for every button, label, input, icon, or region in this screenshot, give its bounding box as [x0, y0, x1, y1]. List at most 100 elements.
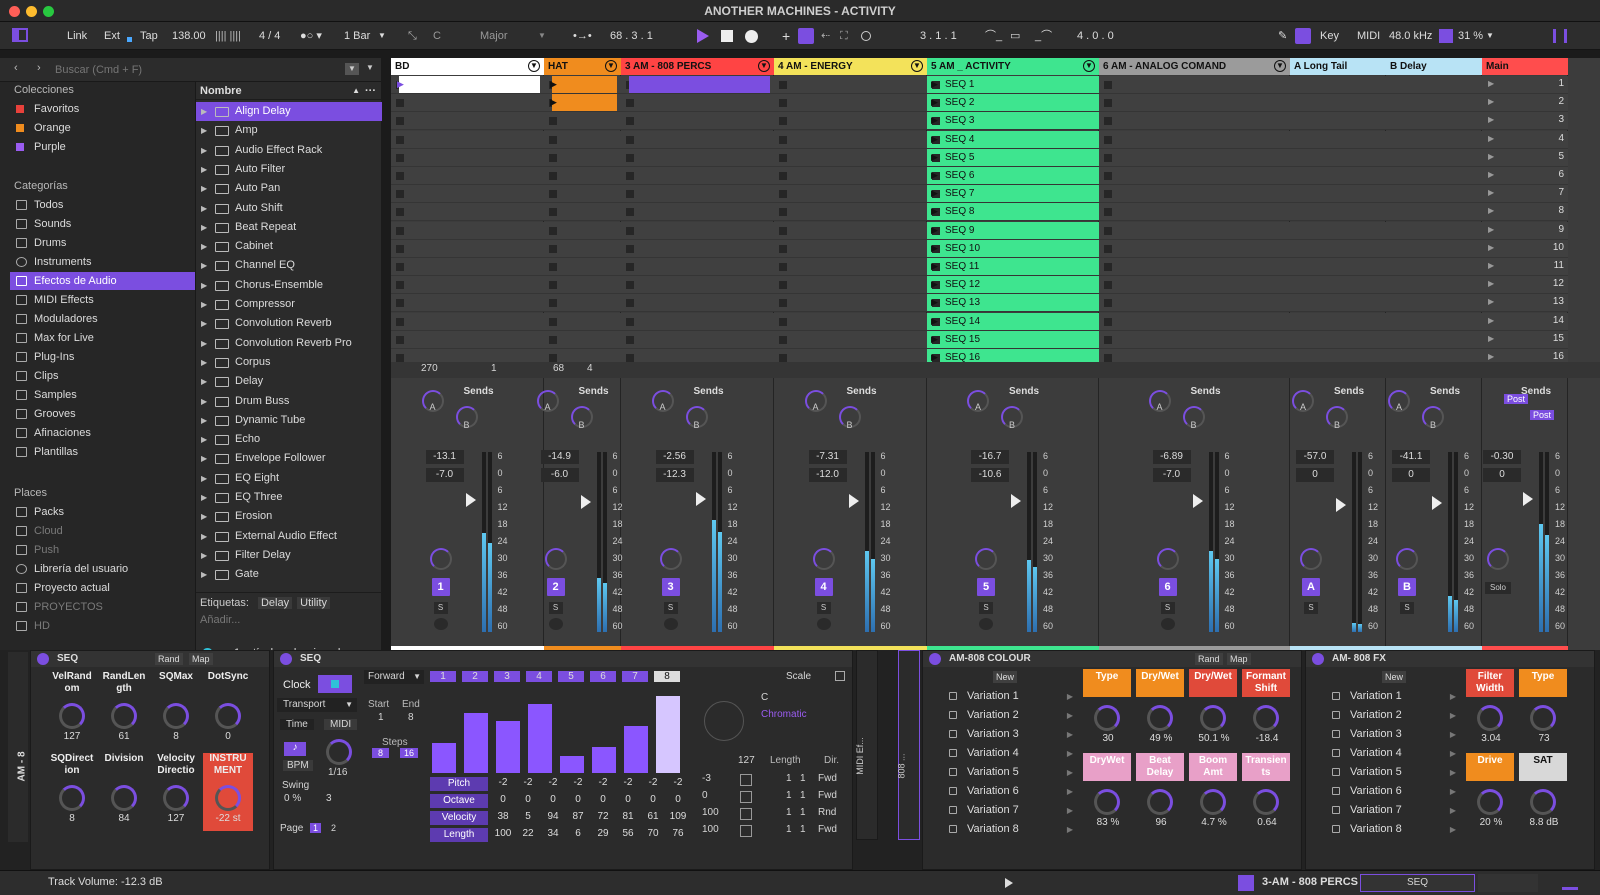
clip-slot[interactable]	[774, 94, 927, 113]
browser-search-input[interactable]	[55, 61, 335, 79]
clip-slot[interactable]	[621, 276, 774, 295]
rand-button[interactable]: Rand	[1195, 653, 1223, 665]
lane-value[interactable]: 6	[565, 828, 591, 839]
add-tag-button[interactable]: Añadir...	[200, 614, 240, 626]
punch-out-icon[interactable]: _⌒	[1035, 22, 1052, 50]
track-activator-button[interactable]: 6	[1158, 578, 1177, 596]
variation-launch-icon[interactable]: ▶	[1067, 725, 1073, 744]
midi-tab[interactable]: MIDI	[324, 719, 358, 730]
lane-direction[interactable]: Rnd	[818, 807, 836, 818]
lane-value[interactable]: 61	[640, 811, 666, 822]
clip-slot[interactable]: 3 ▶	[1482, 112, 1568, 131]
expand-triangle-icon[interactable]: ▶	[201, 430, 207, 449]
clip-slot[interactable]	[544, 148, 621, 167]
step-number[interactable]: 3	[494, 671, 520, 682]
clip-stop-icon[interactable]	[626, 317, 634, 326]
pan-display[interactable]: -12.3	[655, 468, 694, 482]
clip-slot[interactable]	[1386, 203, 1482, 222]
browser-item[interactable]: ▶ Gate	[196, 565, 382, 584]
clip-stop-icon[interactable]	[626, 244, 634, 253]
place-cloud[interactable]: Cloud	[10, 522, 195, 540]
lane-value[interactable]: 56	[615, 828, 641, 839]
clip-slot[interactable]	[544, 112, 621, 131]
macro-label[interactable]: Transien ts	[1242, 753, 1290, 781]
solo-button[interactable]: S	[548, 602, 563, 614]
clip-slot[interactable]: SEQ 3 ▶	[927, 112, 1099, 131]
pan-display[interactable]: 0	[1483, 468, 1521, 482]
close-window-button[interactable]	[9, 6, 20, 17]
volume-display[interactable]: -16.7	[971, 450, 1009, 464]
step-bar[interactable]	[656, 695, 680, 773]
pan-display[interactable]: 0	[1296, 468, 1334, 482]
steps-8-button[interactable]: 8	[372, 748, 390, 758]
volume-display[interactable]: -6.89	[1152, 450, 1191, 464]
expand-triangle-icon[interactable]: ▶	[201, 449, 207, 468]
clip-slot[interactable]: 15 ▶	[1482, 330, 1568, 349]
track-header[interactable]: BD ▼	[391, 58, 544, 75]
variation-lock-icon[interactable]	[949, 711, 957, 719]
clip-play-icon[interactable]: ▶	[550, 76, 557, 93]
variation-launch-icon[interactable]: ▶	[1450, 725, 1456, 744]
clip-stop-icon[interactable]	[549, 208, 557, 217]
lane-value[interactable]: 94	[540, 811, 566, 822]
name-column-header[interactable]: Nombre ▲ ···	[196, 82, 382, 100]
new-variation-button[interactable]: New	[993, 671, 1018, 683]
clip-slot[interactable]: SEQ 6 ▶	[927, 167, 1099, 185]
variation-lock-icon[interactable]	[949, 806, 957, 814]
clip-stop-icon[interactable]	[779, 99, 787, 108]
lane-value[interactable]: 29	[590, 828, 616, 839]
clip-stop-icon[interactable]	[549, 354, 557, 362]
expand-triangle-icon[interactable]: ▶	[201, 179, 207, 198]
macro-label[interactable]: Beat Delay	[1136, 753, 1184, 781]
direction-menu[interactable]: Forward ▼	[364, 670, 424, 684]
lane-value[interactable]: 38	[490, 811, 516, 822]
clip-slot[interactable]	[774, 294, 927, 313]
expand-triangle-icon[interactable]: ▶	[201, 334, 207, 353]
scene-launch-icon[interactable]: ▶	[1488, 115, 1494, 124]
expand-triangle-icon[interactable]: ▶	[201, 469, 207, 488]
variation-lock-icon[interactable]	[949, 768, 957, 776]
clip-stop-icon[interactable]	[549, 299, 557, 308]
lane-value[interactable]: 22	[515, 828, 541, 839]
clip-slot[interactable]	[391, 130, 544, 149]
scene-launch-icon[interactable]: ▶	[1488, 297, 1494, 306]
macro-knob[interactable]	[1253, 705, 1279, 731]
arm-button[interactable]	[1160, 618, 1175, 630]
category-todos[interactable]: Todos	[10, 196, 195, 214]
punch-in-icon[interactable]: ⌒_	[985, 22, 1002, 50]
browser-item[interactable]: ▶ Cabinet	[196, 237, 382, 256]
pan-display[interactable]: -7.0	[425, 468, 464, 482]
expand-triangle-icon[interactable]: ▶	[201, 295, 207, 314]
pan-knob[interactable]	[544, 548, 567, 570]
browser-item[interactable]: ▶ Echo	[196, 430, 382, 449]
zoom-window-button[interactable]	[43, 6, 54, 17]
clip-stop-icon[interactable]	[779, 153, 787, 162]
clip-slot[interactable]	[774, 258, 927, 276]
category-tunings[interactable]: Afinaciones	[10, 424, 195, 442]
track-header[interactable]: 5 AM _ ACTIVITY ▼	[927, 58, 1099, 75]
clip-stop-icon[interactable]	[626, 263, 634, 271]
back-to-arrangement-icon[interactable]: ⇠	[821, 22, 830, 50]
clip-slot[interactable]	[391, 167, 544, 185]
status-play-icon[interactable]	[1005, 878, 1013, 888]
solo-button[interactable]: S	[433, 602, 448, 614]
clip-stop-icon[interactable]	[779, 354, 787, 362]
variation-launch-icon[interactable]: ▶	[1067, 820, 1073, 839]
clip-stop-icon[interactable]	[1104, 208, 1112, 217]
clip-slot[interactable]: ▶	[544, 94, 621, 113]
clip-stop-icon[interactable]	[779, 117, 787, 126]
clip-slot[interactable]	[1290, 94, 1386, 113]
clip-slot[interactable]	[1099, 294, 1290, 313]
clip-slot[interactable]	[621, 258, 774, 276]
clip-play-icon[interactable]: ▶	[931, 112, 938, 129]
clip-slot[interactable]	[621, 76, 774, 94]
start-value[interactable]: 1	[378, 712, 384, 723]
variation-lock-icon[interactable]	[1332, 825, 1340, 833]
track-fold-icon[interactable]: ▼	[1274, 60, 1286, 72]
quantize-menu[interactable]: 1 Bar	[344, 22, 370, 50]
category-modulators[interactable]: Moduladores	[10, 310, 195, 328]
lane-value[interactable]: 0	[515, 794, 541, 805]
clip-stop-icon[interactable]	[396, 117, 404, 126]
clip-stop-icon[interactable]	[396, 190, 404, 199]
place-projects[interactable]: PROYECTOS	[10, 598, 195, 616]
